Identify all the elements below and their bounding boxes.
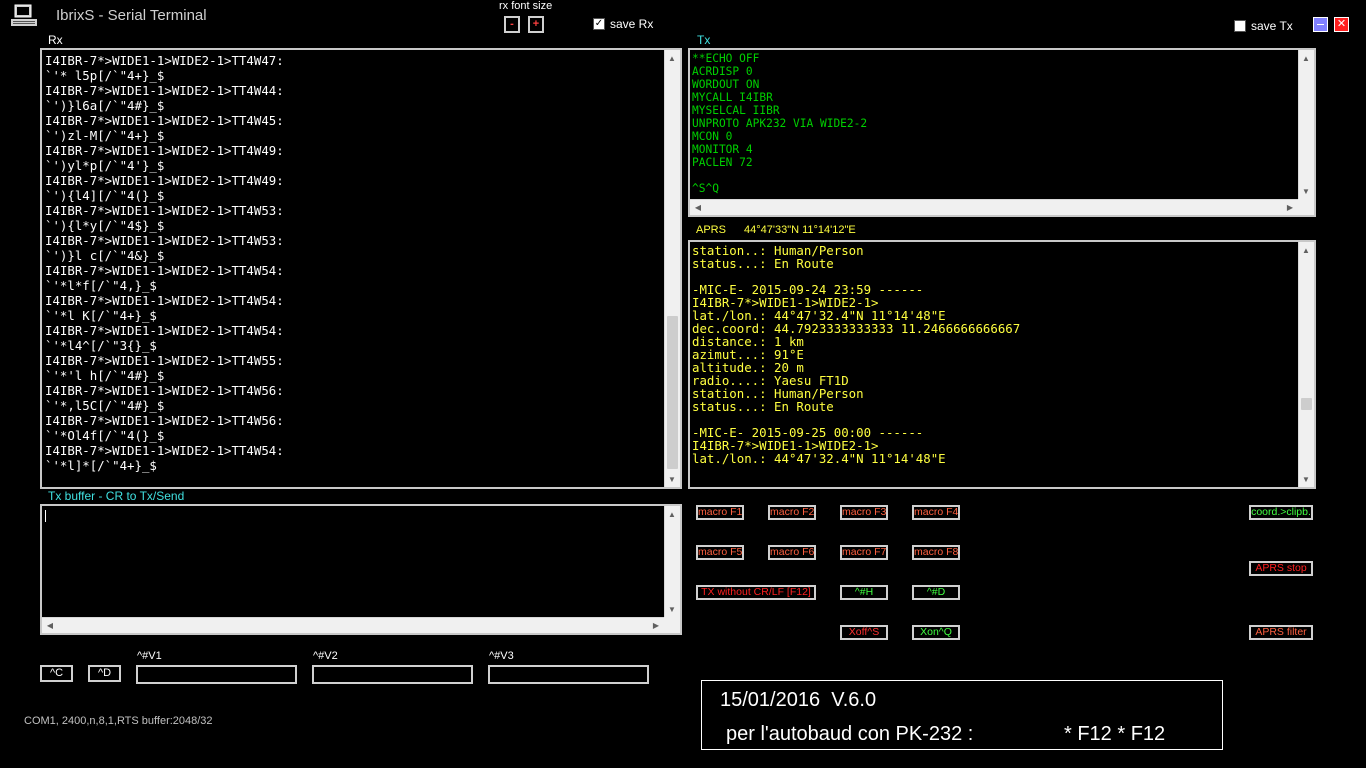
macro-f6-button[interactable]: macro F6 (768, 545, 816, 560)
scroll-down-icon[interactable]: ▼ (1299, 472, 1313, 486)
rx-font-size-label: rx font size (499, 0, 553, 12)
tx-label: Tx (697, 33, 711, 47)
tx-text: **ECHO OFF ACRDISP 0 WORDOUT ON MYCALL I… (692, 52, 868, 195)
macro-f8-button[interactable]: macro F8 (912, 545, 960, 560)
tx-buffer-vertical-scrollbar[interactable]: ▲ ▼ (664, 506, 680, 617)
tx-panel[interactable]: **ECHO OFF ACRDISP 0 WORDOUT ON MYCALL I… (688, 48, 1316, 217)
ctrl-c-button[interactable]: ^C (40, 665, 73, 682)
v1-label: ^#V1 (137, 650, 162, 662)
scrollbar-corner (1298, 199, 1314, 215)
v3-field[interactable] (488, 665, 649, 684)
tx-vertical-scrollbar[interactable]: ▲ ▼ (1298, 50, 1314, 199)
macro-f1-button[interactable]: macro F1 (696, 505, 744, 520)
save-rx-label: save Rx (610, 17, 654, 31)
macro-f5-button[interactable]: macro F5 (696, 545, 744, 560)
close-icon: ✕ (1336, 18, 1347, 30)
ctrl-d-button[interactable]: ^D (88, 665, 121, 682)
font-decrease-button[interactable]: - (504, 16, 520, 33)
rx-vertical-scrollbar[interactable]: ▲ ▼ (664, 50, 680, 487)
scroll-right-icon[interactable]: ▶ (649, 618, 663, 632)
aprs-panel[interactable]: station..: Human/Person status...: En Ro… (688, 240, 1316, 489)
v2-label: ^#V2 (313, 650, 338, 662)
save-rx-checkbox[interactable]: ✓ (593, 18, 605, 30)
aprs-filter-button[interactable]: APRS filter (1249, 625, 1313, 640)
tx-horizontal-scrollbar[interactable]: ◀ ▶ (690, 199, 1298, 215)
minimize-button[interactable] (1313, 17, 1328, 32)
tx-buffer-horizontal-scrollbar[interactable]: ◀ ▶ (42, 617, 664, 633)
macro-f7-button[interactable]: macro F7 (840, 545, 888, 560)
info-keys: * F12 * F12 (1064, 723, 1166, 745)
save-tx-label: save Tx (1251, 19, 1293, 33)
rx-scroll-thumb[interactable] (667, 316, 678, 469)
scroll-left-icon[interactable]: ◀ (43, 618, 57, 632)
info-autobaud: per l'autobaud con PK-232 : (726, 723, 974, 745)
text-cursor (45, 510, 46, 522)
v2-field[interactable] (312, 665, 473, 684)
app-icon (10, 4, 38, 28)
scroll-up-icon[interactable]: ▲ (665, 51, 679, 65)
scroll-down-icon[interactable]: ▼ (1299, 184, 1313, 198)
scroll-left-icon[interactable]: ◀ (691, 200, 705, 214)
aprs-stop-button[interactable]: APRS stop (1249, 561, 1313, 576)
scroll-up-icon[interactable]: ▲ (1299, 243, 1313, 257)
aprs-coords: 44°47'33"N 11°14'12"E (744, 224, 856, 236)
close-button[interactable]: ✕ (1334, 17, 1349, 32)
info-version: 15/01/2016 V.6.0 (720, 689, 877, 711)
macro-f3-button[interactable]: macro F3 (840, 505, 888, 520)
tx-buffer-panel[interactable]: ▲ ▼ ◀ ▶ (40, 504, 682, 635)
coord-to-clipboard-button[interactable]: coord.>clipb. (1249, 505, 1313, 520)
scroll-down-icon[interactable]: ▼ (665, 472, 679, 486)
v3-label: ^#V3 (489, 650, 514, 662)
scroll-right-icon[interactable]: ▶ (1283, 200, 1297, 214)
tx-buffer-label: Tx buffer - CR to Tx/Send (48, 489, 185, 503)
rx-label: Rx (48, 33, 63, 47)
aprs-scroll-thumb[interactable] (1301, 398, 1312, 410)
scrollbar-corner (664, 617, 680, 633)
scroll-up-icon[interactable]: ▲ (1299, 51, 1313, 65)
font-increase-button[interactable]: + (528, 16, 544, 33)
aprs-label: APRS (696, 224, 726, 236)
info-box: 15/01/2016 V.6.0 per l'autobaud con PK-2… (701, 680, 1223, 750)
xoff-button[interactable]: Xoff^S (840, 625, 888, 640)
ctrl-h-button[interactable]: ^#H (840, 585, 888, 600)
status-text: COM1, 2400,n,8,1,RTS buffer:2048/32 (24, 715, 213, 727)
scroll-up-icon[interactable]: ▲ (665, 507, 679, 521)
tx-without-crlf-button[interactable]: TX without CR/LF [F12] (696, 585, 816, 600)
rx-panel[interactable]: I4IBR-7*>WIDE1-1>WIDE2-1>TT4W47: `'* l5p… (40, 48, 682, 489)
xon-button[interactable]: Xon^Q (912, 625, 960, 640)
minimize-icon (1317, 24, 1324, 25)
ctrl-d-macro-button[interactable]: ^#D (912, 585, 960, 600)
macro-f2-button[interactable]: macro F2 (768, 505, 816, 520)
app-title: IbrixS - Serial Terminal (56, 7, 207, 24)
macro-f4-button[interactable]: macro F4 (912, 505, 960, 520)
save-tx-checkbox[interactable] (1234, 20, 1246, 32)
aprs-vertical-scrollbar[interactable]: ▲ ▼ (1298, 242, 1314, 487)
v1-field[interactable] (136, 665, 297, 684)
rx-text: I4IBR-7*>WIDE1-1>WIDE2-1>TT4W47: `'* l5p… (45, 53, 284, 473)
aprs-text: station..: Human/Person status...: En Ro… (692, 243, 1021, 466)
tx-buffer-input[interactable] (44, 508, 662, 528)
scroll-down-icon[interactable]: ▼ (665, 602, 679, 616)
